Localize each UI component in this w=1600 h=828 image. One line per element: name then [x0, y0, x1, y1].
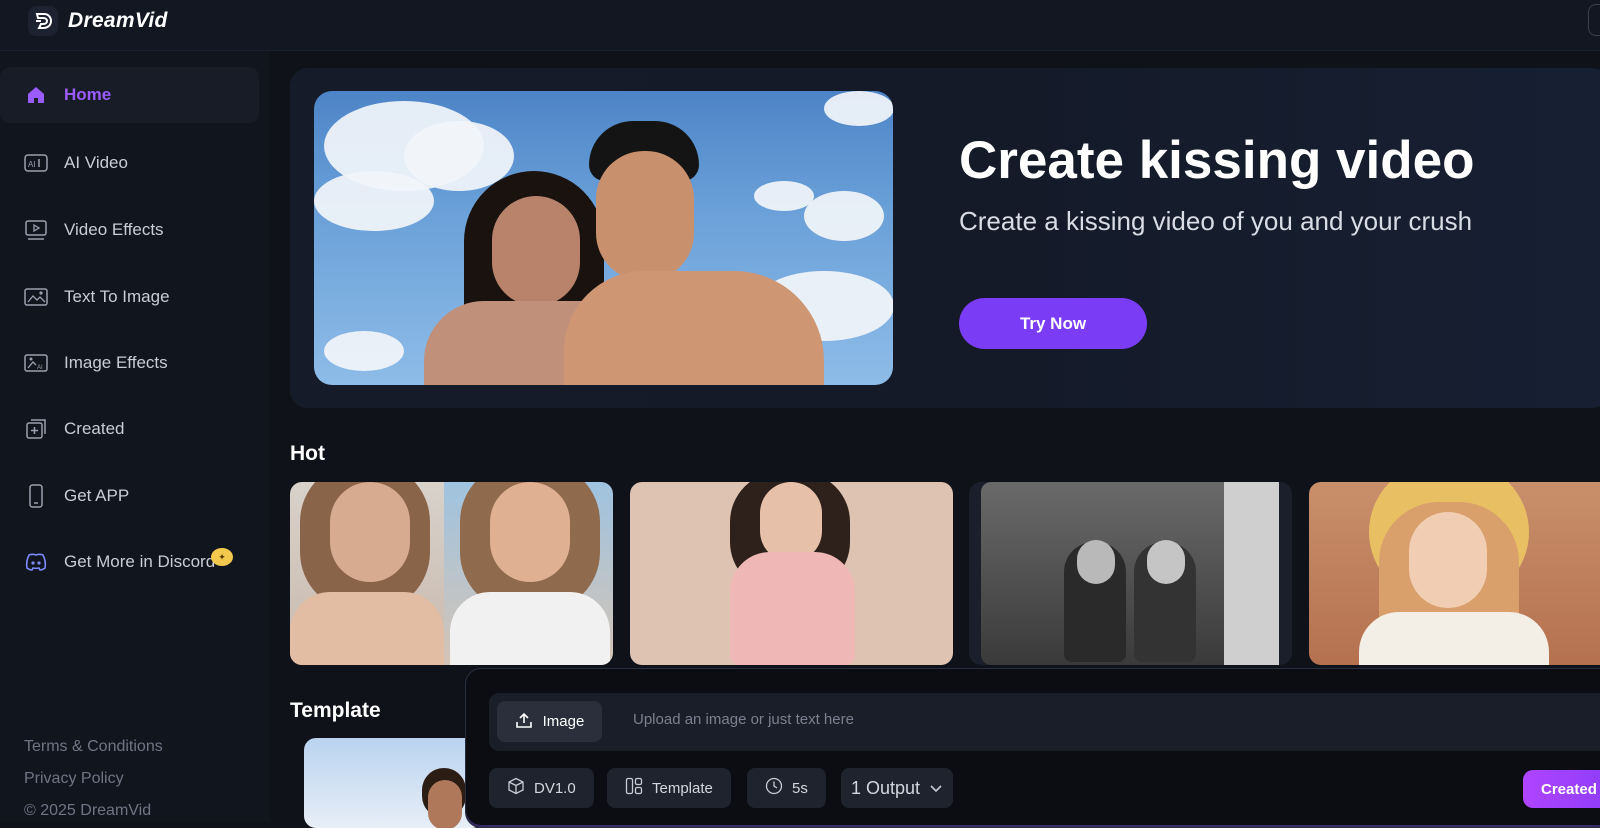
model-label: DV1.0 — [534, 779, 576, 797]
discord-icon — [24, 550, 48, 574]
cube-icon — [507, 777, 525, 799]
coin-badge: ✦ — [211, 548, 233, 566]
sidebar-item-text-to-image[interactable]: Text To Image — [0, 269, 259, 325]
hero-image[interactable] — [314, 91, 893, 385]
footer-links: Terms & Conditions Privacy Policy © 2025… — [24, 731, 163, 827]
hot-card[interactable] — [630, 482, 953, 665]
output-count-label: 1 Output — [851, 777, 921, 798]
logo-icon — [28, 6, 58, 36]
prompt-placeholder[interactable]: Upload an image or just text here — [633, 711, 854, 728]
text-to-image-icon — [24, 285, 48, 309]
layout-icon — [625, 777, 643, 799]
hero-subtitle: Create a kissing video of you and your c… — [959, 206, 1473, 236]
image-effects-icon: AI — [24, 351, 48, 375]
phone-icon — [24, 484, 48, 508]
sidebar-item-label: Image Effects — [64, 353, 168, 372]
created-icon — [24, 417, 48, 441]
sidebar-item-get-app[interactable]: Get APP — [0, 468, 259, 524]
upload-icon — [515, 711, 533, 733]
template-selector[interactable]: Template — [607, 768, 731, 808]
sidebar-item-video-effects[interactable]: Video Effects — [0, 202, 259, 258]
duration-selector[interactable]: 5s — [747, 768, 826, 808]
hot-card[interactable] — [290, 482, 613, 665]
hero-title: Create kissing video — [959, 131, 1475, 190]
svg-text:AI: AI — [37, 365, 43, 371]
sidebar-item-label: Video Effects — [64, 220, 164, 239]
template-section-title: Template — [290, 699, 381, 722]
chevron-down-icon — [929, 778, 943, 799]
sidebar-item-image-effects[interactable]: AI Image Effects — [0, 335, 259, 391]
sidebar-item-label: Created — [64, 419, 125, 438]
sidebar-item-ai-video[interactable]: AI AI Video — [0, 135, 259, 191]
copyright-text: © 2025 DreamVid — [24, 802, 152, 819]
account-button[interactable] — [1588, 4, 1600, 36]
sidebar-item-home[interactable]: Home — [0, 67, 259, 123]
sidebar-item-label: Text To Image — [64, 287, 170, 306]
clock-icon — [765, 777, 783, 799]
template-card[interactable] — [304, 738, 484, 828]
output-count-dropdown[interactable]: 1 Output — [841, 768, 954, 808]
sidebar-item-label: AI Video — [64, 153, 128, 172]
video-effects-icon — [24, 218, 48, 242]
sidebar-item-label: Get APP — [64, 486, 130, 505]
model-selector[interactable]: DV1.0 — [489, 768, 594, 808]
hot-card[interactable] — [969, 482, 1292, 665]
duration-label: 5s — [792, 779, 808, 797]
sidebar-item-label: Get More in Discord — [64, 552, 216, 571]
home-icon — [24, 83, 48, 107]
brand-logo[interactable]: DreamVid — [28, 6, 168, 36]
sidebar-item-label: Home — [64, 85, 112, 104]
hot-section-title: Hot — [290, 442, 325, 465]
hot-card[interactable] — [1309, 482, 1600, 665]
upload-image-button[interactable]: Image — [497, 701, 602, 742]
sidebar-item-discord[interactable]: Get More in Discord ✦ — [0, 534, 259, 590]
brand-name: DreamVid — [68, 9, 168, 32]
ai-video-icon: AI — [24, 151, 48, 175]
sidebar: Home AI AI Video Video Effects Text To I… — [0, 51, 270, 822]
create-submit-button[interactable]: Created — [1523, 770, 1600, 808]
top-bar: DreamVid — [0, 0, 1600, 51]
upload-label: Image — [542, 713, 585, 730]
svg-text:AI: AI — [28, 160, 36, 169]
template-label: Template — [652, 779, 713, 797]
terms-link[interactable]: Terms & Conditions — [24, 731, 163, 763]
sidebar-item-created[interactable]: Created — [0, 401, 259, 457]
try-now-button[interactable]: Try Now — [959, 298, 1147, 349]
privacy-link[interactable]: Privacy Policy — [24, 763, 163, 795]
